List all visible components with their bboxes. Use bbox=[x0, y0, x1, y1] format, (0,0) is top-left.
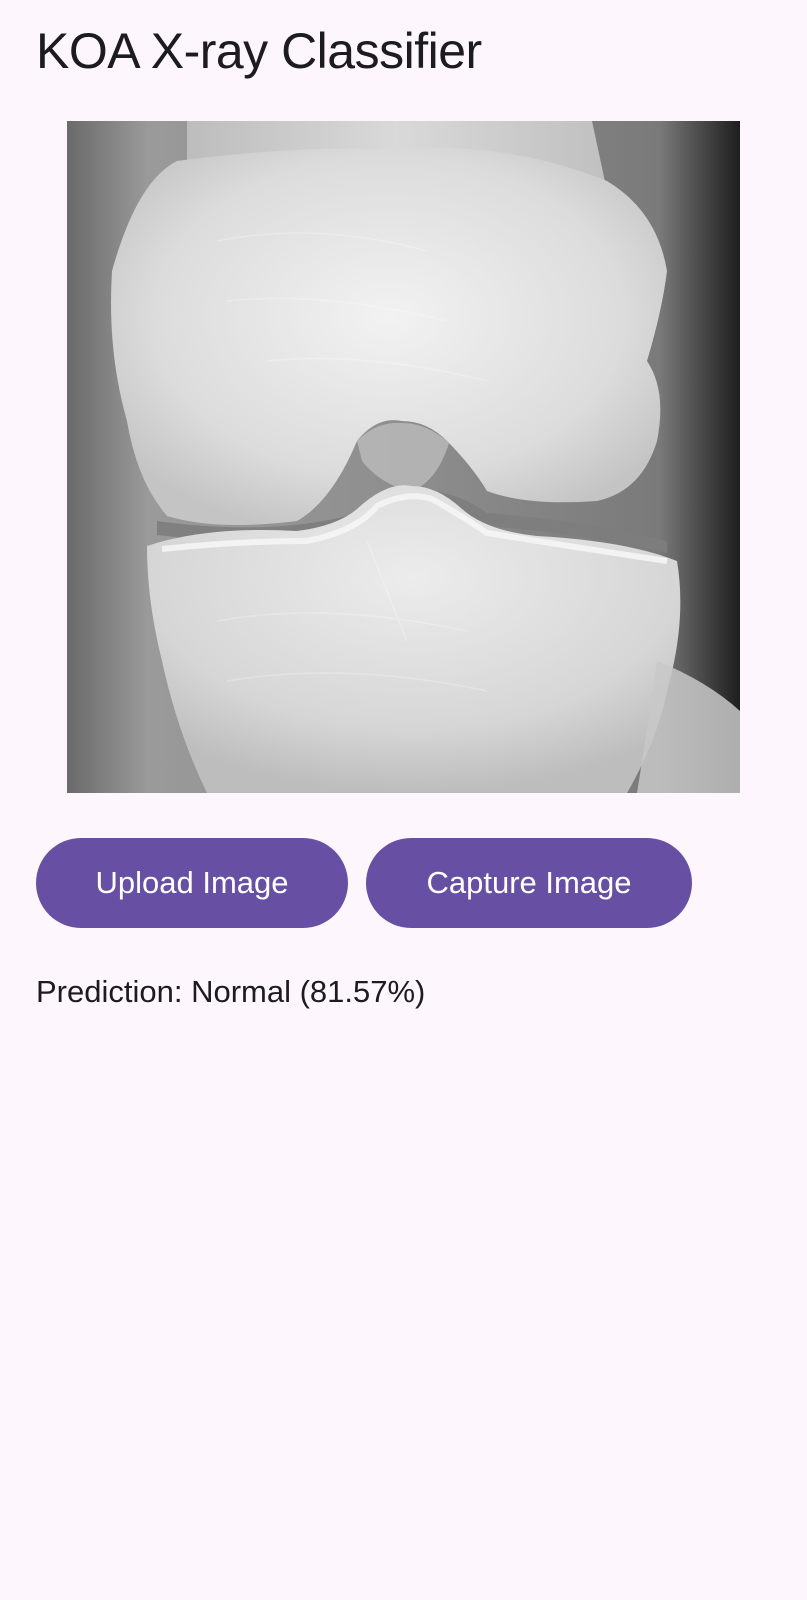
upload-image-button[interactable]: Upload Image bbox=[36, 838, 348, 928]
page-title: KOA X-ray Classifier bbox=[36, 23, 482, 79]
capture-image-button[interactable]: Capture Image bbox=[366, 838, 692, 928]
prediction-result: Prediction: Normal (81.57%) bbox=[36, 974, 426, 1009]
xray-image bbox=[67, 121, 740, 793]
